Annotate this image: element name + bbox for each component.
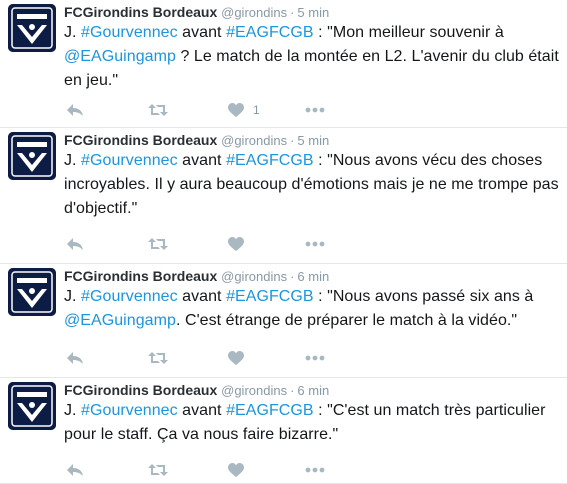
- author-handle[interactable]: @girondins: [221, 383, 287, 398]
- tweet-text: J. #Gourvennec avant #EAGFCGB : "Nous av…: [64, 149, 559, 221]
- more-icon: [305, 241, 325, 247]
- avatar[interactable]: GIRONDINS DE BORDEAUX: [8, 268, 56, 316]
- separator-dot: ·: [290, 269, 295, 284]
- more-icon: [305, 355, 325, 361]
- author-handle[interactable]: @girondins: [221, 5, 287, 20]
- tweet-item[interactable]: GIRONDINS DE BORDEAUX FCGirondins Bordeau…: [0, 378, 567, 484]
- author-handle[interactable]: @girondins: [221, 133, 287, 148]
- tweet-text: J. #Gourvennec avant #EAGFCGB : "Mon mei…: [64, 21, 559, 93]
- more-button[interactable]: [305, 234, 325, 254]
- reply-button[interactable]: [66, 234, 84, 254]
- tweet-actions: [64, 348, 364, 368]
- reply-icon: [66, 103, 84, 117]
- author-name[interactable]: FCGirondins Bordeaux: [64, 132, 217, 148]
- reply-button[interactable]: [66, 460, 84, 480]
- tweet-actions: [64, 234, 364, 254]
- reply-icon: [66, 351, 84, 365]
- reply-icon: [66, 237, 84, 251]
- retweet-button[interactable]: [148, 100, 168, 120]
- like-count: 1: [253, 103, 260, 117]
- reply-button[interactable]: [66, 348, 84, 368]
- tweet-item[interactable]: GIRONDINS DE BORDEAUX FCGirondins Bordeau…: [0, 128, 567, 264]
- more-icon: [305, 107, 325, 113]
- tweet-header: FCGirondins Bordeaux @girondins · 5 min: [64, 131, 559, 150]
- author-name[interactable]: FCGirondins Bordeaux: [64, 4, 217, 20]
- tweet-link[interactable]: #EAGFCGB: [226, 24, 314, 41]
- tweet-link[interactable]: @EAGuingamp: [64, 48, 176, 65]
- separator-dot: ·: [290, 133, 295, 148]
- like-button[interactable]: [228, 348, 253, 368]
- tweet-text-fragment: : "Nous avons passé six ans à: [313, 288, 534, 305]
- tweet-actions: 1: [64, 100, 364, 120]
- tweet-text-fragment: avant: [177, 152, 227, 169]
- retweet-icon: [148, 103, 168, 117]
- tweet-text-fragment: J.: [64, 288, 82, 305]
- tweet-text-fragment: avant: [177, 402, 227, 419]
- avatar[interactable]: GIRONDINS DE BORDEAUX: [8, 132, 56, 180]
- tweet-text: J. #Gourvennec avant #EAGFCGB : "C'est u…: [64, 399, 559, 447]
- timestamp[interactable]: 6 min: [297, 269, 329, 284]
- reply-icon: [66, 463, 84, 477]
- author-name[interactable]: FCGirondins Bordeaux: [64, 382, 217, 398]
- tweet-link[interactable]: #Gourvennec: [81, 402, 178, 419]
- separator-dot: ·: [290, 5, 295, 20]
- author-name[interactable]: FCGirondins Bordeaux: [64, 268, 217, 284]
- more-button[interactable]: [305, 460, 325, 480]
- tweet-actions: [64, 460, 364, 480]
- timestamp[interactable]: 5 min: [297, 5, 329, 20]
- avatar[interactable]: GIRONDINS DE BORDEAUX: [8, 4, 56, 52]
- tweet-link[interactable]: #EAGFCGB: [226, 402, 314, 419]
- heart-icon: [228, 236, 244, 252]
- tweet-link[interactable]: #EAGFCGB: [226, 152, 314, 169]
- tweet-link[interactable]: #Gourvennec: [81, 24, 178, 41]
- tweet-item[interactable]: GIRONDINS DE BORDEAUX FCGirondins Bordeau…: [0, 264, 567, 378]
- heart-icon: [228, 102, 244, 118]
- tweet-text-fragment: avant: [177, 288, 227, 305]
- retweet-icon: [148, 351, 168, 365]
- tweet-link[interactable]: @EAGuingamp: [64, 312, 176, 329]
- retweet-button[interactable]: [148, 460, 168, 480]
- tweet-header: FCGirondins Bordeaux @girondins · 6 min: [64, 267, 559, 286]
- avatar[interactable]: GIRONDINS DE BORDEAUX: [8, 382, 56, 430]
- tweet-text: J. #Gourvennec avant #EAGFCGB : "Nous av…: [64, 285, 559, 333]
- tweet-text-fragment: avant: [177, 24, 227, 41]
- timestamp[interactable]: 5 min: [297, 133, 329, 148]
- tweet-text-fragment: J.: [64, 402, 82, 419]
- retweet-icon: [148, 237, 168, 251]
- retweet-button[interactable]: [148, 348, 168, 368]
- tweet-text-fragment: J.: [64, 152, 82, 169]
- tweet-item[interactable]: GIRONDINS DE BORDEAUX FCGirondins Bordeau…: [0, 0, 567, 128]
- tweet-link[interactable]: #Gourvennec: [81, 288, 178, 305]
- tweet-text-fragment: : "Mon meilleur souvenir à: [313, 24, 504, 41]
- retweet-icon: [148, 463, 168, 477]
- tweet-link[interactable]: #EAGFCGB: [226, 288, 314, 305]
- more-button[interactable]: [305, 100, 325, 120]
- separator-dot: ·: [290, 383, 295, 398]
- more-icon: [305, 467, 325, 473]
- author-handle[interactable]: @girondins: [221, 269, 287, 284]
- heart-icon: [228, 350, 244, 366]
- like-button[interactable]: [228, 234, 253, 254]
- tweet-text-fragment: J.: [64, 24, 82, 41]
- more-button[interactable]: [305, 348, 325, 368]
- heart-icon: [228, 462, 244, 478]
- retweet-button[interactable]: [148, 234, 168, 254]
- like-button[interactable]: 1: [228, 100, 260, 120]
- tweet-header: FCGirondins Bordeaux @girondins · 5 min: [64, 3, 559, 22]
- tweet-text-fragment: . C'est étrange de préparer le match à l…: [175, 312, 518, 329]
- reply-button[interactable]: [66, 100, 84, 120]
- timestamp[interactable]: 6 min: [297, 383, 329, 398]
- tweet-link[interactable]: #Gourvennec: [81, 152, 178, 169]
- tweet-header: FCGirondins Bordeaux @girondins · 6 min: [64, 381, 559, 400]
- like-button[interactable]: [228, 460, 253, 480]
